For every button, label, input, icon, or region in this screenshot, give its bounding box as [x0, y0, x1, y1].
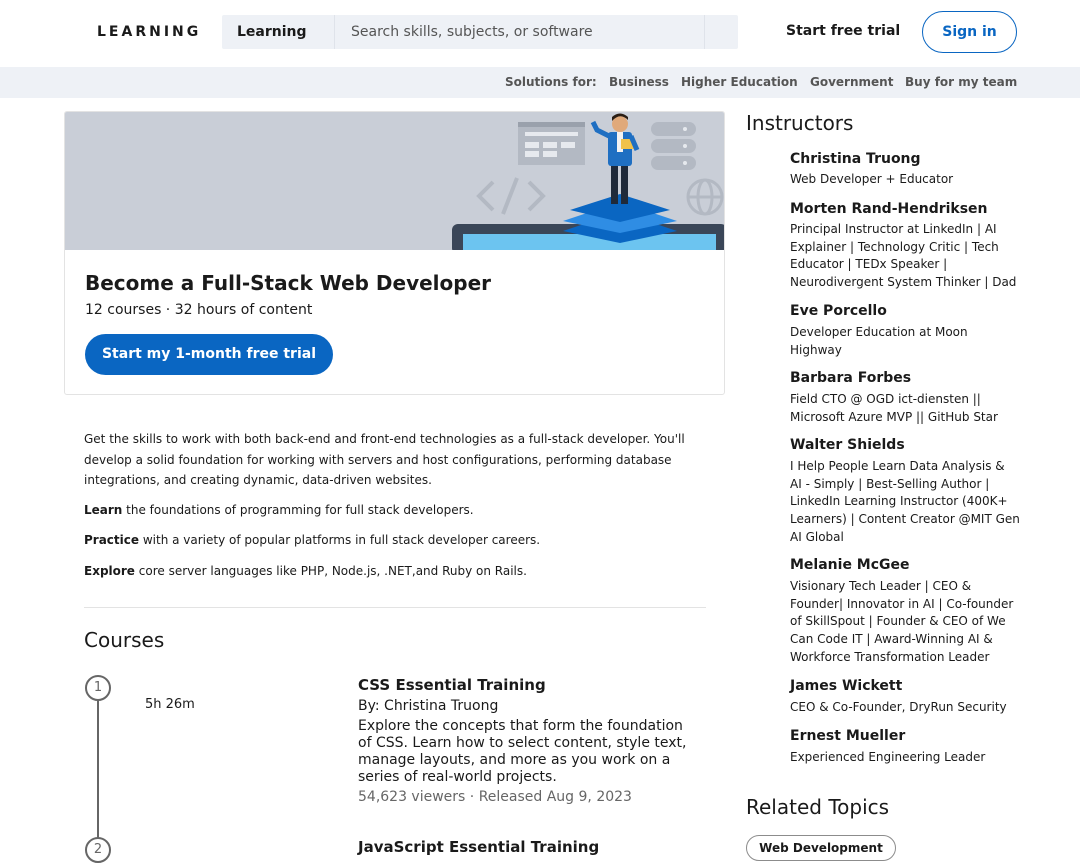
bullet-text: core server languages like PHP, Node.js,…: [134, 564, 527, 578]
start-free-trial-button[interactable]: Start my 1-month free trial: [85, 334, 333, 375]
search-submit-button[interactable]: [704, 15, 738, 49]
course-title-link[interactable]: CSS Essential Training: [358, 676, 546, 694]
instructor-bio: Visionary Tech Leader | CEO & Founder| I…: [790, 579, 1014, 664]
course-duration: 5h 26m: [145, 697, 195, 712]
instructor-name-link[interactable]: Morten Rand-Hendriksen: [790, 201, 988, 217]
search-category-select[interactable]: Learning: [222, 15, 335, 49]
search-bar: Learning: [222, 15, 738, 49]
course-step-marker: 2: [85, 837, 111, 863]
section-divider: [84, 607, 706, 608]
path-description: Get the skills to work with both back-en…: [84, 432, 685, 487]
instructor-bio: Web Developer + Educator: [790, 172, 954, 186]
solutions-label: Solutions for:: [505, 75, 597, 89]
bullet-text: with a variety of popular platforms in f…: [139, 533, 541, 547]
course-title-link[interactable]: JavaScript Essential Training: [358, 838, 599, 856]
practice-bullet: Practice with a variety of popular platf…: [84, 533, 540, 547]
person-figure-icon: [590, 113, 640, 204]
path-meta: 12 courses · 32 hours of content: [85, 302, 313, 318]
instructor-name-link[interactable]: Ernest Mueller: [790, 728, 905, 744]
start-free-trial-link[interactable]: Start free trial: [786, 23, 900, 39]
course-stats: 54,623 viewers · Released Aug 9, 2023: [358, 789, 632, 805]
code-icon: [476, 177, 546, 215]
search-input[interactable]: [336, 15, 704, 49]
instructor-name-link[interactable]: Christina Truong: [790, 151, 921, 167]
solutions-higher-education-link[interactable]: Higher Education: [681, 75, 798, 89]
instructor-name-link[interactable]: Barbara Forbes: [790, 370, 911, 386]
globe-icon: [686, 178, 724, 216]
courses-heading: Courses: [84, 628, 165, 652]
instructor-name-link[interactable]: James Wickett: [790, 678, 902, 694]
instructor-name-link[interactable]: Melanie McGee: [790, 557, 910, 573]
solutions-buy-for-team-link[interactable]: Buy for my team: [905, 75, 1017, 89]
learning-path-card: Become a Full-Stack Web Developer 12 cou…: [64, 111, 725, 395]
related-topics-heading: Related Topics: [746, 795, 890, 819]
browser-window-icon: [518, 122, 585, 165]
top-nav: LEARNING Learning Start free trial Sign …: [0, 0, 1080, 67]
bullet-text: the foundations of programming for full …: [122, 503, 474, 517]
course-author: By: Christina Truong: [358, 698, 499, 714]
developer-illustration: [452, 113, 724, 250]
instructor-bio: CEO & Co-Founder, DryRun Security: [790, 700, 1007, 714]
instructor-name-link[interactable]: Eve Porcello: [790, 303, 887, 319]
bullet-lead: Learn: [84, 503, 123, 517]
sign-in-button[interactable]: Sign in: [922, 11, 1017, 53]
path-title: Become a Full-Stack Web Developer: [85, 271, 492, 295]
solutions-government-link[interactable]: Government: [810, 75, 893, 89]
instructor-bio: Field CTO @ OGD ict-diensten || Microsof…: [790, 392, 998, 424]
instructor-bio: I Help People Learn Data Analysis & AI -…: [790, 459, 1020, 544]
explore-bullet: Explore core server languages like PHP, …: [84, 564, 527, 578]
server-stack-icon: [651, 122, 696, 170]
instructor-bio: Developer Education at Moon Highway: [790, 325, 968, 357]
instructors-heading: Instructors: [746, 111, 854, 135]
hero-illustration: [65, 112, 724, 250]
solutions-bar: Solutions for: Business Higher Education…: [0, 67, 1080, 98]
topic-pill-web-development[interactable]: Web Development: [746, 835, 896, 861]
course-timeline: [97, 700, 99, 840]
learning-logo[interactable]: LEARNING: [97, 24, 201, 40]
instructor-bio: Experienced Engineering Leader: [790, 750, 986, 764]
course-description: Explore the concepts that form the found…: [358, 718, 687, 785]
bullet-lead: Explore: [84, 564, 135, 578]
instructor-name-link[interactable]: Walter Shields: [790, 437, 905, 453]
solutions-business-link[interactable]: Business: [609, 75, 669, 89]
course-step-marker: 1: [85, 675, 111, 701]
bullet-lead: Practice: [84, 533, 140, 547]
instructor-bio: Principal Instructor at LinkedIn | AI Ex…: [790, 222, 1017, 290]
learn-bullet: Learn the foundations of programming for…: [84, 503, 474, 517]
